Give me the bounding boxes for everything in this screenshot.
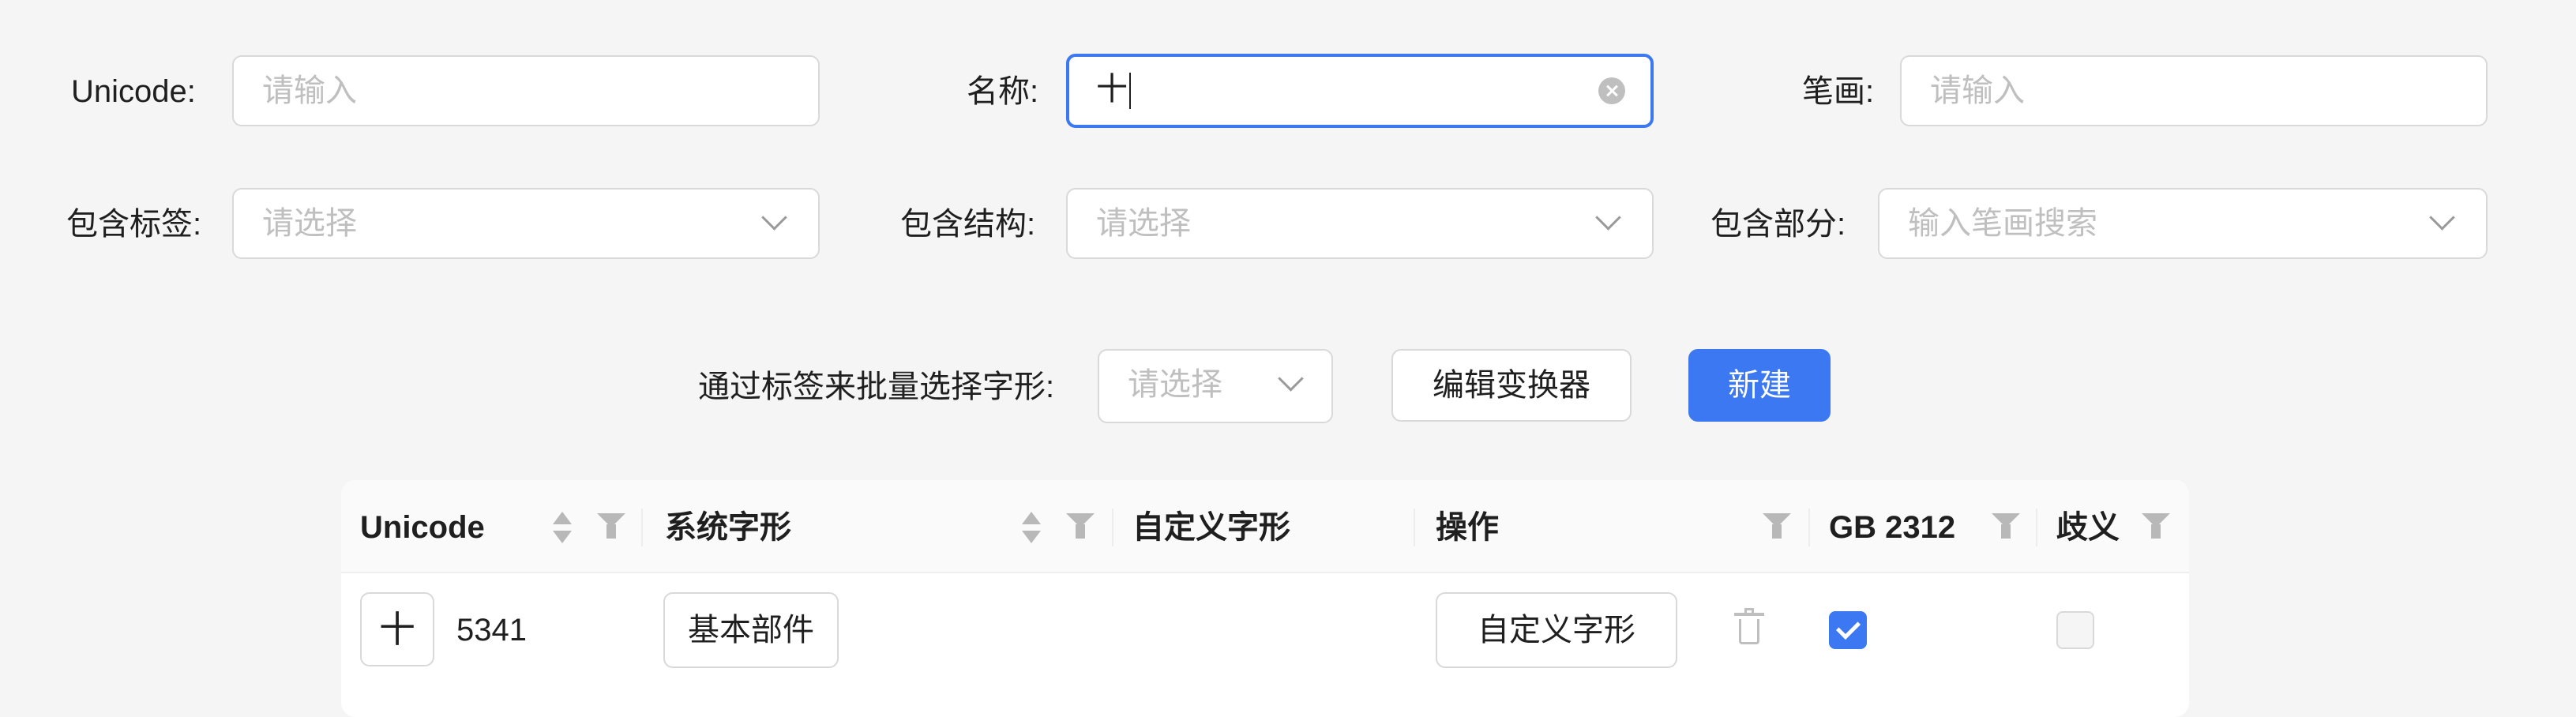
- tags-placeholder: 请选择: [262, 206, 357, 241]
- strokes-label: 笔画:: [1802, 74, 1875, 109]
- clear-icon[interactable]: [1598, 77, 1625, 104]
- column-header-ambiguous: 歧义: [2056, 510, 2120, 545]
- name-label: 名称:: [967, 74, 1039, 109]
- batch-select[interactable]: 请选择: [1098, 349, 1333, 423]
- structure-select[interactable]: 请选择: [1066, 188, 1654, 259]
- strokes-placeholder: 请输入: [1930, 73, 2025, 108]
- name-input[interactable]: 十: [1066, 54, 1654, 128]
- unicode-placeholder: 请输入: [262, 73, 357, 108]
- batch-select-label: 通过标签来批量选择字形:: [698, 370, 1055, 404]
- parts-placeholder: 输入笔画搜索: [1908, 206, 2097, 241]
- custom-glyph-button[interactable]: 自定义字形: [1436, 592, 1677, 668]
- new-button[interactable]: 新建: [1688, 349, 1831, 422]
- filter-icon[interactable]: [597, 513, 625, 540]
- column-header-unicode: Unicode: [360, 510, 485, 545]
- column-divider: [2036, 509, 2037, 546]
- column-header-actions: 操作: [1436, 510, 1499, 545]
- column-header-gb2312: GB 2312: [1829, 510, 1956, 545]
- batch-select-placeholder: 请选择: [1128, 367, 1222, 402]
- trash-icon[interactable]: [1734, 608, 1764, 644]
- filter-icon[interactable]: [1992, 513, 2020, 540]
- chevron-down-icon: [761, 205, 787, 231]
- column-header-custom-glyph: 自定义字形: [1132, 510, 1290, 545]
- chevron-down-icon: [1278, 366, 1304, 392]
- system-glyph-button[interactable]: 基本部件: [663, 592, 839, 668]
- filter-icon[interactable]: [2142, 513, 2170, 540]
- gb2312-checkbox[interactable]: [1829, 611, 1867, 649]
- unicode-cell: 5341: [456, 613, 527, 648]
- strokes-input[interactable]: 请输入: [1900, 55, 2488, 126]
- column-divider: [641, 509, 643, 546]
- tags-select[interactable]: 请选择: [232, 188, 820, 259]
- text-caret: [1129, 73, 1131, 110]
- column-divider: [1808, 509, 1810, 546]
- unicode-input[interactable]: 请输入: [232, 55, 820, 126]
- tags-label: 包含标签:: [66, 207, 202, 242]
- structure-placeholder: 请选择: [1096, 206, 1191, 241]
- chevron-down-icon: [1595, 205, 1621, 231]
- parts-label: 包含部分:: [1710, 207, 1846, 242]
- glyph-table: Unicode 系统字形 自定义字形 操作 GB 2312 歧义 十 5341 …: [341, 480, 2189, 717]
- ambiguous-checkbox[interactable]: [2056, 611, 2094, 649]
- sort-icon[interactable]: [553, 509, 572, 548]
- parts-select[interactable]: 输入笔画搜索: [1878, 188, 2488, 259]
- column-divider: [1414, 509, 1415, 546]
- filter-icon[interactable]: [1066, 513, 1095, 540]
- structure-label: 包含结构:: [900, 207, 1036, 242]
- column-divider: [1112, 509, 1113, 546]
- glyph-preview[interactable]: 十: [360, 592, 434, 666]
- filter-icon[interactable]: [1763, 513, 1791, 540]
- table-header: Unicode 系统字形 自定义字形 操作 GB 2312 歧义: [341, 480, 2189, 573]
- edit-transformer-button[interactable]: 编辑变换器: [1391, 349, 1632, 422]
- chevron-down-icon: [2429, 205, 2455, 231]
- unicode-label: Unicode:: [71, 74, 196, 109]
- sort-icon[interactable]: [1022, 509, 1041, 548]
- name-input-value: 十: [1096, 72, 1128, 107]
- column-header-system-glyph: 系统字形: [665, 510, 791, 545]
